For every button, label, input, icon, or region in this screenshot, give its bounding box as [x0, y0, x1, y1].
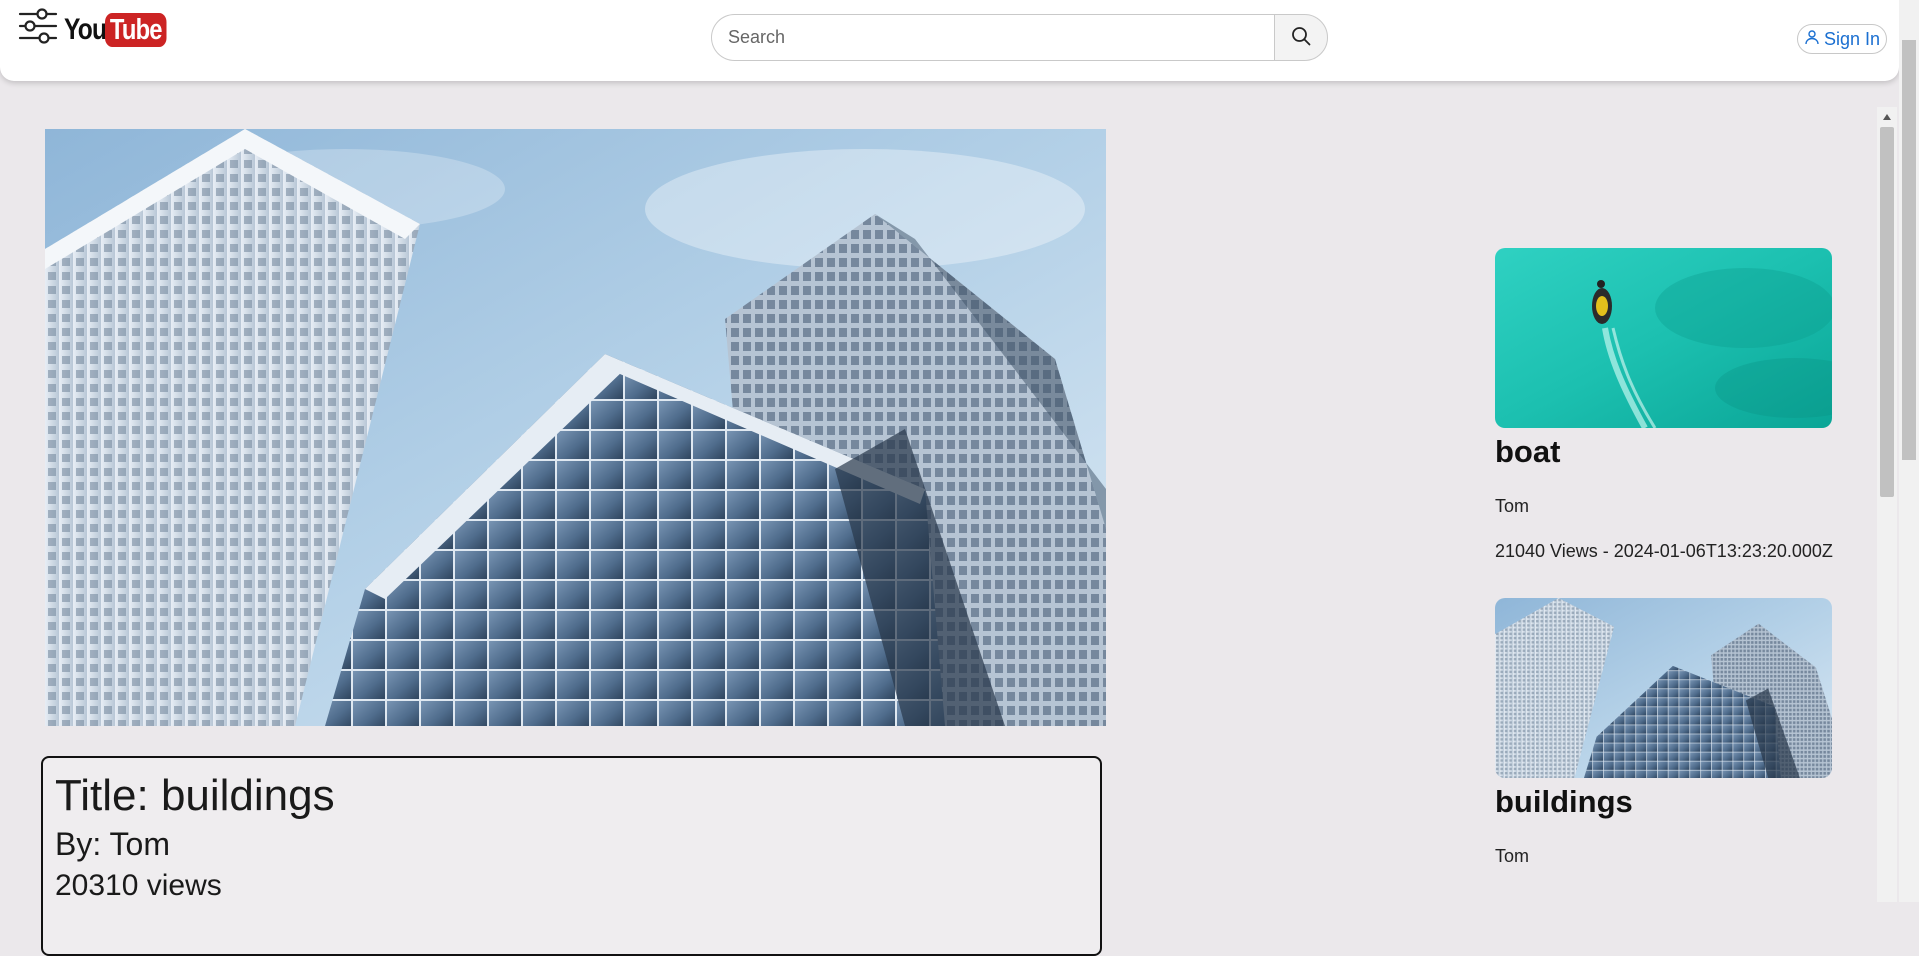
recommendation-card-boat[interactable]: boat Tom 21040 Views - 2024-01-06T13:23:… — [1495, 248, 1855, 562]
scrollbar-thumb[interactable] — [1880, 127, 1894, 497]
video-view-count: 20310 views — [55, 868, 222, 902]
recommendation-card-buildings[interactable]: buildings Tom — [1495, 598, 1855, 867]
video-player[interactable] — [45, 129, 1106, 726]
sign-in-label: Sign In — [1824, 28, 1881, 49]
recommendation-thumbnail[interactable] — [1495, 248, 1832, 428]
video-info-panel: Title: buildings By: Tom 20310 views — [41, 756, 1102, 956]
recommendation-author: Tom — [1495, 496, 1530, 516]
buildings-thumbnail-image — [1495, 598, 1832, 778]
buildings-video-frame — [45, 129, 1106, 726]
logo-tube-text: Tube — [105, 13, 168, 47]
window-scrollbar-thumb[interactable] — [1902, 40, 1916, 460]
sliders-icon[interactable] — [18, 8, 58, 44]
content-scrollbar[interactable] — [1877, 107, 1897, 902]
recommendation-title[interactable]: buildings — [1495, 784, 1855, 820]
logo-you-text: You — [64, 13, 107, 46]
recommendation-meta: 21040 Views - 2024-01-06T13:23:20.000Z — [1495, 541, 1833, 561]
scroll-up-arrow-icon[interactable] — [1877, 109, 1897, 125]
search-button[interactable] — [1274, 14, 1328, 61]
recommendation-title[interactable]: boat — [1495, 434, 1855, 470]
sign-in-button[interactable]: Sign In — [1797, 24, 1888, 54]
user-icon — [1804, 29, 1820, 50]
boat-thumbnail-image — [1495, 248, 1832, 428]
top-header: You Tube Sign In — [0, 0, 1899, 81]
video-title: Title: buildings — [55, 771, 335, 820]
window-scrollbar[interactable] — [1899, 0, 1919, 902]
recommendations-sidebar: boat Tom 21040 Views - 2024-01-06T13:23:… — [1495, 248, 1855, 903]
recommendation-author: Tom — [1495, 846, 1530, 866]
video-author[interactable]: By: Tom — [55, 824, 1088, 866]
recommendation-thumbnail[interactable] — [1495, 598, 1832, 778]
youtube-logo[interactable]: You Tube — [64, 12, 181, 48]
search-input[interactable] — [711, 14, 1274, 61]
search-bar — [711, 14, 1328, 61]
search-icon — [1291, 26, 1311, 49]
